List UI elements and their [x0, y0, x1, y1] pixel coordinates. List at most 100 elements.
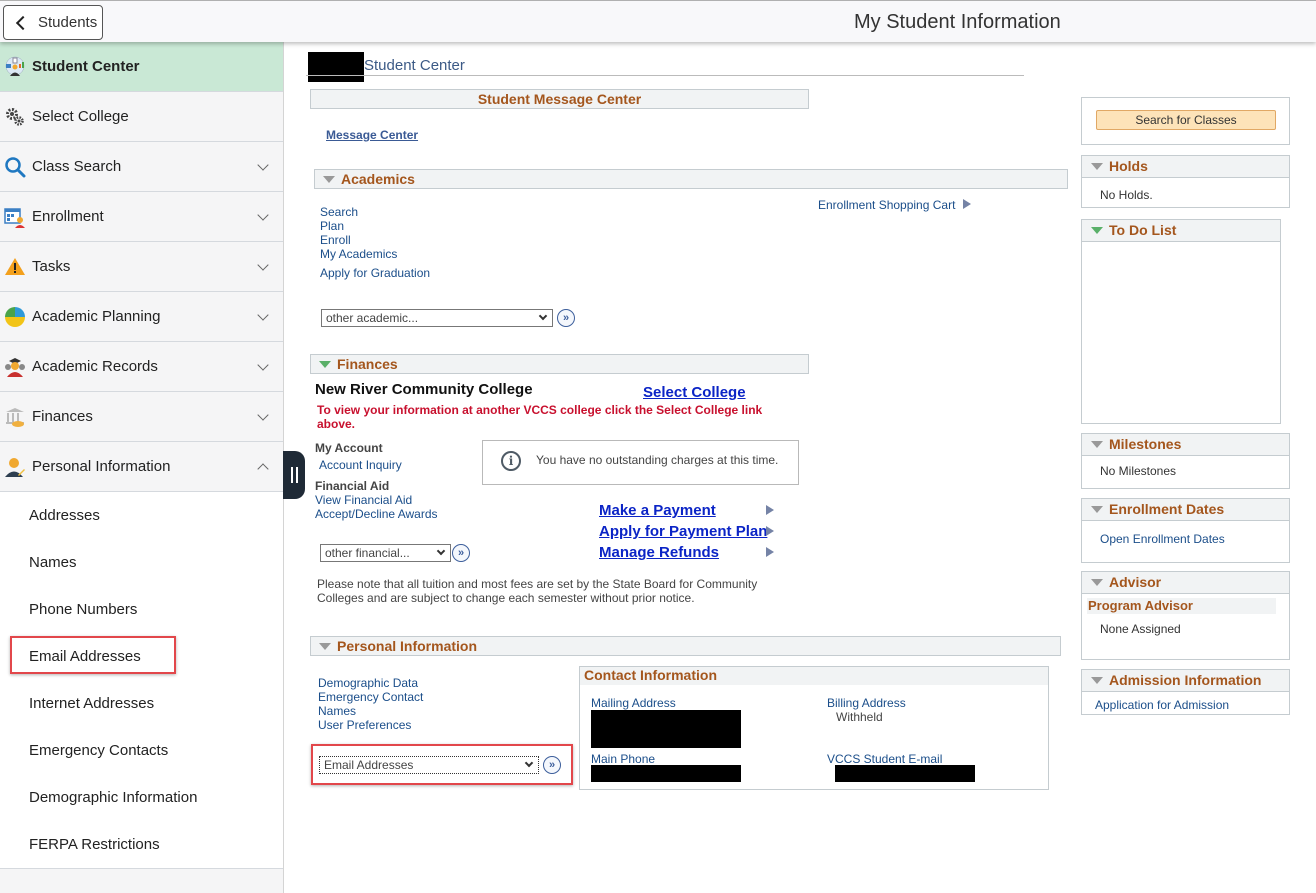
view-financial-aid-link[interactable]: View Financial Aid — [315, 493, 412, 507]
demographic-data-link[interactable]: Demographic Data — [318, 676, 418, 690]
chevron-down-icon[interactable] — [257, 259, 269, 271]
financial-go-button[interactable]: » — [452, 544, 470, 562]
accept-decline-awards-link[interactable]: Accept/Decline Awards — [315, 507, 438, 521]
chevron-down-icon[interactable] — [257, 409, 269, 421]
academics-link-search[interactable]: Search — [320, 205, 358, 219]
advisor-panel: Advisor Program Advisor None Assigned — [1081, 571, 1290, 660]
handle-bar — [290, 467, 293, 483]
warning-icon — [4, 256, 26, 278]
sidebar-item-academic-records[interactable]: Academic Records — [0, 342, 283, 392]
collapse-triangle-icon — [323, 176, 335, 183]
submenu-item-names[interactable]: Names — [0, 539, 283, 586]
enrollment-dates-header[interactable]: Enrollment Dates — [1082, 499, 1289, 521]
highlight-annotation — [311, 744, 573, 785]
sidebar-item-enrollment[interactable]: Enrollment — [0, 192, 283, 242]
todo-header[interactable]: To Do List — [1082, 220, 1280, 242]
chevron-down-icon[interactable] — [257, 309, 269, 321]
submenu-item-internet-addresses[interactable]: Internet Addresses — [0, 680, 283, 727]
enrollment-dates-panel: Enrollment Dates Open Enrollment Dates — [1081, 498, 1290, 563]
message-center-link[interactable]: Message Center — [326, 128, 418, 142]
submenu-item-addresses[interactable]: Addresses — [0, 492, 283, 539]
back-button[interactable]: Students — [3, 5, 103, 40]
contact-info-header: Contact Information — [580, 667, 1048, 685]
collapse-triangle-icon — [1091, 579, 1103, 586]
top-header: Students My Student Information — [0, 0, 1316, 42]
redacted-mailing-address — [591, 710, 741, 748]
chevron-up-icon[interactable] — [257, 463, 269, 475]
sidebar-item-class-search[interactable]: Class Search — [0, 142, 283, 192]
apply-graduation-link[interactable]: Apply for Graduation — [320, 266, 430, 280]
select-value: other academic... — [326, 311, 419, 325]
holds-text: No Holds. — [1100, 188, 1153, 202]
holds-header-label: Holds — [1109, 158, 1148, 174]
sidebar-item-tasks[interactable]: Tasks — [0, 242, 283, 292]
sidebar-item-select-college[interactable]: Select College — [0, 92, 283, 142]
sidebar-item-student-center[interactable]: Student Center — [0, 42, 283, 92]
emergency-contact-link[interactable]: Emergency Contact — [318, 690, 423, 704]
user-preferences-link[interactable]: User Preferences — [318, 718, 411, 732]
collapse-triangle-icon — [319, 643, 331, 650]
search-for-classes-button[interactable]: Search for Classes — [1096, 110, 1276, 130]
chevron-down-icon[interactable] — [257, 359, 269, 371]
main-phone-label[interactable]: Main Phone — [591, 752, 655, 766]
manage-refunds-link[interactable]: Manage Refunds — [599, 544, 719, 561]
submenu-item-demographic-information[interactable]: Demographic Information — [0, 774, 283, 821]
billing-address-value: Withheld — [836, 710, 883, 724]
application-for-admission-link[interactable]: Application for Admission — [1095, 698, 1229, 712]
bank-icon — [4, 406, 26, 428]
personal-info-header[interactable]: Personal Information — [310, 636, 1061, 656]
select-college-link[interactable]: Select College — [643, 384, 746, 401]
sidebar-item-label: Student Center — [32, 58, 140, 75]
chevron-down-icon[interactable] — [257, 159, 269, 171]
collapse-triangle-icon — [1091, 506, 1103, 513]
submenu-item-phone-numbers[interactable]: Phone Numbers — [0, 586, 283, 633]
submenu-item-ferpa-restrictions[interactable]: FERPA Restrictions — [0, 821, 283, 868]
student-center-title: Student Center — [364, 57, 465, 74]
sidebar-item-academic-planning[interactable]: Academic Planning — [0, 292, 283, 342]
other-financial-select[interactable]: other financial... — [320, 544, 451, 562]
open-enrollment-dates-link[interactable]: Open Enrollment Dates — [1100, 532, 1225, 546]
shopping-cart-label: Enrollment Shopping Cart — [818, 198, 956, 212]
my-account-label: My Account — [315, 441, 383, 455]
holds-header[interactable]: Holds — [1082, 156, 1289, 178]
sidebar-item-finances[interactable]: Finances — [0, 392, 283, 442]
select-college-note: To view your information at another VCCS… — [317, 403, 763, 431]
student-email-label[interactable]: VCCS Student E-mail — [827, 752, 942, 766]
account-inquiry-link[interactable]: Account Inquiry — [319, 458, 402, 472]
make-payment-link[interactable]: Make a Payment — [599, 502, 716, 519]
submenu-item-emergency-contacts[interactable]: Emergency Contacts — [0, 727, 283, 774]
sidebar-item-personal-information[interactable]: Personal Information — [0, 442, 283, 492]
academic-go-button[interactable]: » — [557, 309, 575, 327]
admission-header[interactable]: Admission Information — [1082, 670, 1289, 692]
academics-link-my-academics[interactable]: My Academics — [320, 247, 397, 261]
program-advisor-label: Program Advisor — [1087, 598, 1276, 614]
sidebar-item-label: Select College — [32, 108, 129, 125]
sidebar-item-label: Academic Planning — [32, 308, 161, 325]
academics-link-plan[interactable]: Plan — [320, 219, 344, 233]
academics-header[interactable]: Academics — [314, 169, 1068, 189]
finances-header[interactable]: Finances — [310, 354, 809, 374]
holds-panel: Holds No Holds. — [1081, 155, 1290, 208]
chevron-down-icon[interactable] — [257, 209, 269, 221]
financial-aid-label: Financial Aid — [315, 479, 390, 493]
graduate-icon — [4, 356, 26, 378]
admission-panel: Admission Information Application for Ad… — [1081, 669, 1290, 715]
mailing-address-label[interactable]: Mailing Address — [591, 696, 676, 710]
sidebar: Student Center Select College Class Sear… — [0, 42, 284, 893]
sidebar-collapse-handle[interactable] — [283, 451, 305, 499]
names-link[interactable]: Names — [318, 704, 356, 718]
milestones-header[interactable]: Milestones — [1082, 434, 1289, 456]
enrollment-shopping-cart-link[interactable]: Enrollment Shopping Cart — [818, 198, 971, 212]
milestones-text: No Milestones — [1100, 464, 1177, 478]
advisor-header[interactable]: Advisor — [1082, 572, 1289, 594]
other-academic-select[interactable]: other academic... — [321, 309, 553, 327]
apply-payment-plan-link[interactable]: Apply for Payment Plan — [599, 523, 767, 540]
sidebar-item-label: Finances — [32, 408, 93, 425]
play-arrow-icon — [766, 505, 774, 515]
charges-info-text: You have no outstanding charges at this … — [536, 453, 779, 467]
redacted-phone — [591, 765, 741, 782]
academics-link-enroll[interactable]: Enroll — [320, 233, 351, 247]
billing-address-label[interactable]: Billing Address — [827, 696, 906, 710]
submenu-item-email-addresses[interactable]: Email Addresses — [0, 633, 283, 680]
advisor-text: None Assigned — [1100, 622, 1181, 636]
